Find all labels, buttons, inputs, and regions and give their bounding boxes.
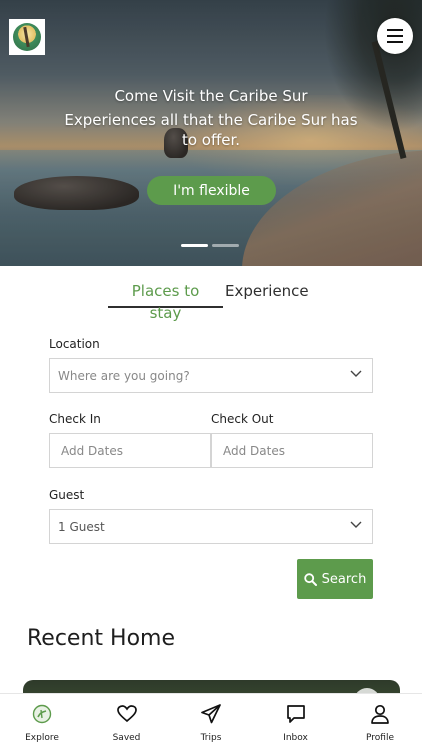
guest-select[interactable]: 1 Guest xyxy=(49,509,373,544)
explore-icon xyxy=(31,703,53,725)
nav-item-profile[interactable]: Profile xyxy=(348,694,412,750)
nav-label-trips: Trips xyxy=(200,733,222,743)
user-icon xyxy=(369,703,391,725)
search-button[interactable]: Search xyxy=(297,559,373,599)
search-icon xyxy=(303,572,317,586)
chevron-down-icon xyxy=(350,521,362,528)
nav-label-inbox: Inbox xyxy=(283,733,308,743)
nav-item-trips[interactable]: Trips xyxy=(179,694,243,750)
location-placeholder: Where are you going? xyxy=(58,368,190,383)
nav-item-explore[interactable]: Explore xyxy=(10,694,74,750)
palm-logo-icon xyxy=(13,23,41,51)
hero-subtitle: Experiences all that the Caribe Sur has … xyxy=(64,111,358,149)
nav-label-saved: Saved xyxy=(112,733,141,743)
chat-icon xyxy=(285,703,307,725)
check-in-label: Check In xyxy=(49,412,101,426)
tab-experience[interactable]: Experience xyxy=(223,280,313,308)
tab-places-to-stay[interactable]: Places to stay xyxy=(108,280,223,322)
hero-banner: Come Visit the Caribe Sur Experiences al… xyxy=(0,0,422,266)
guest-value: 1 Guest xyxy=(58,519,105,534)
app-logo[interactable] xyxy=(9,19,45,55)
nav-label-explore: Explore xyxy=(25,733,59,743)
nav-item-saved[interactable]: Saved xyxy=(95,694,159,750)
hamburger-menu-icon xyxy=(387,29,403,43)
search-button-label: Search xyxy=(321,571,367,587)
location-label: Location xyxy=(49,337,100,351)
chevron-down-icon xyxy=(350,370,362,377)
carousel-dot-2[interactable] xyxy=(212,244,239,247)
carousel-dot-1[interactable] xyxy=(181,244,208,247)
heart-icon xyxy=(116,703,138,725)
im-flexible-button[interactable]: I'm flexible xyxy=(147,176,276,205)
check-out-placeholder: Add Dates xyxy=(223,443,285,458)
search-tabs: Places to stay Experience xyxy=(108,280,313,322)
menu-button[interactable] xyxy=(377,18,413,54)
carousel-indicators xyxy=(181,244,239,247)
recent-home-title: Recent Home xyxy=(27,626,175,651)
check-out-field[interactable]: Add Dates xyxy=(211,433,373,468)
paper-plane-icon xyxy=(200,703,222,725)
nav-label-profile: Profile xyxy=(366,733,394,743)
check-out-label: Check Out xyxy=(211,412,274,426)
location-select[interactable]: Where are you going? xyxy=(49,358,373,393)
guest-label: Guest xyxy=(49,488,85,502)
hero-title: Come Visit the Caribe Sur xyxy=(114,87,308,105)
check-in-field[interactable]: Add Dates xyxy=(49,433,211,468)
bottom-nav: Explore Saved Trips Inbox Profile xyxy=(0,693,422,750)
nav-item-inbox[interactable]: Inbox xyxy=(264,694,328,750)
check-in-placeholder: Add Dates xyxy=(61,443,123,458)
